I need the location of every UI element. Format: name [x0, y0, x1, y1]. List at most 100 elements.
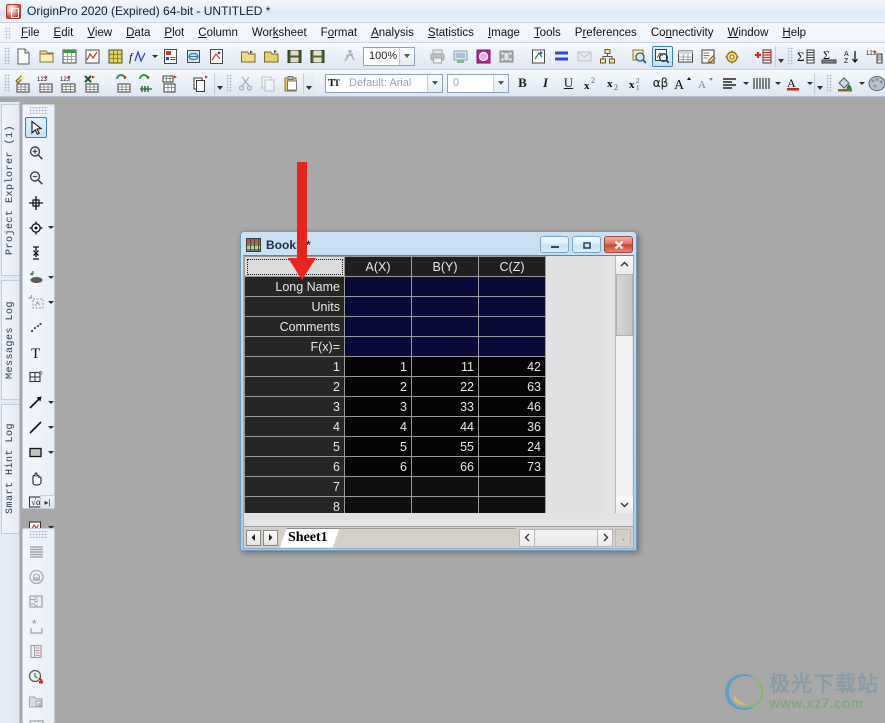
edit-toolbar-overflow-chevron-icon[interactable] [303, 72, 314, 94]
sort-number-icon[interactable]: 123 [865, 46, 885, 67]
menu-statistics[interactable]: Statistics [421, 26, 481, 40]
menu-data[interactable]: Data [119, 26, 157, 40]
open-project-icon[interactable] [36, 46, 57, 67]
regional-mask-chevron-down-icon[interactable] [47, 268, 55, 288]
gear-icon[interactable] [721, 46, 742, 67]
row-header[interactable]: 4 [244, 416, 345, 437]
style-toolbar-grip[interactable] [826, 74, 832, 92]
fill-color-chevron-down-icon[interactable] [857, 73, 866, 94]
paste-icon[interactable] [281, 73, 302, 94]
refresh-icon[interactable] [528, 46, 549, 67]
row-header[interactable]: 7 [244, 476, 345, 497]
save-project-icon[interactable] [284, 46, 305, 67]
objects-palette-grip[interactable] [29, 531, 48, 538]
font-color-icon[interactable]: A [783, 73, 804, 94]
sort-icon[interactable]: AZ [842, 46, 863, 67]
pan-tool-icon[interactable] [25, 467, 47, 488]
data-cell[interactable]: 63 [478, 376, 546, 397]
set-multiple-icon[interactable]: 123 [59, 73, 80, 94]
fill-down-icon[interactable] [114, 73, 135, 94]
menu-worksheet[interactable]: Worksheet [245, 26, 314, 40]
menu-view[interactable]: View [80, 26, 119, 40]
fill-color-icon[interactable] [835, 73, 856, 94]
regional-data-select-chevron-down-icon[interactable] [47, 293, 55, 313]
set-column-values-icon[interactable] [13, 73, 34, 94]
data-cell[interactable]: 73 [478, 456, 546, 477]
worksheet-grid[interactable]: A(X) B(Y) C(Z) Long Name Units Comments … [244, 256, 603, 513]
column-header-b[interactable]: B(Y) [411, 256, 479, 277]
column-header-c[interactable]: C(Z) [478, 256, 546, 277]
delete-icon[interactable] [82, 73, 103, 94]
zoom-in-tool-icon[interactable] [25, 142, 47, 163]
row-header-comments[interactable]: Comments [244, 316, 345, 337]
line-tool-chevron-down-icon[interactable] [47, 418, 55, 438]
data-cell[interactable]: 1 [344, 356, 412, 377]
zoom-combo[interactable]: 100% [363, 46, 415, 66]
data-reader-chevron-down-icon[interactable] [47, 218, 55, 238]
italic-icon[interactable]: I [535, 73, 556, 94]
supersubscript-icon[interactable]: x21 [627, 73, 648, 94]
menu-connectivity[interactable]: Connectivity [644, 26, 721, 40]
column-toolbar-grip[interactable] [4, 74, 10, 92]
arrow-tool-icon[interactable] [25, 392, 47, 413]
horizontal-scroll-thumb[interactable] [535, 529, 597, 546]
meta-cell[interactable] [411, 276, 479, 297]
superscript-icon[interactable]: x2 [581, 73, 602, 94]
clock-stamp-icon[interactable] [25, 666, 47, 687]
menu-edit[interactable]: Edit [47, 26, 81, 40]
data-selector-icon[interactable] [652, 45, 673, 67]
underline-icon[interactable]: U [558, 73, 579, 94]
open-excel-icon[interactable] [261, 46, 282, 67]
data-cell[interactable]: 2 [344, 376, 412, 397]
data-cell[interactable]: 22 [411, 376, 479, 397]
new-graph-icon[interactable] [82, 46, 103, 67]
folder-export-icon[interactable] [25, 691, 47, 712]
scatter-tool-icon[interactable] [25, 317, 47, 338]
align-icon[interactable] [719, 73, 740, 94]
align-chevron-down-icon[interactable] [741, 73, 750, 94]
speedmode-icon[interactable] [25, 566, 47, 587]
menubar-grip[interactable] [4, 25, 11, 40]
select-all-corner-cell[interactable] [244, 256, 345, 277]
sort-worksheet-icon[interactable] [137, 73, 158, 94]
data-cell[interactable]: 5 [344, 436, 412, 457]
new-matrix-icon[interactable] [206, 46, 227, 67]
standard-toolbar-overflow-chevron-icon[interactable] [775, 45, 786, 67]
data-reader-tool-icon[interactable] [25, 217, 47, 238]
borders-icon[interactable] [751, 73, 772, 94]
asterisk-icon[interactable]: * [25, 616, 47, 637]
row-header-long-name[interactable]: Long Name [244, 276, 345, 297]
edit-toolbar-grip[interactable] [226, 74, 232, 92]
data-cell[interactable]: 55 [411, 436, 479, 457]
menu-window[interactable]: Window [720, 26, 775, 40]
meta-cell[interactable] [478, 316, 546, 337]
regional-data-select-tool-icon[interactable] [25, 292, 47, 313]
meta-cell[interactable] [344, 296, 412, 317]
borders-chevron-down-icon[interactable] [773, 73, 782, 94]
close-icon[interactable] [604, 236, 633, 253]
run-script-icon[interactable] [339, 46, 360, 67]
new-notes-icon[interactable] [183, 46, 204, 67]
bold-icon[interactable]: B [512, 73, 533, 94]
data-cell[interactable]: 33 [411, 396, 479, 417]
layer-contents-icon[interactable] [574, 46, 595, 67]
transpose-icon[interactable] [160, 73, 181, 94]
data-cell[interactable] [344, 476, 412, 497]
new-project-icon[interactable] [13, 46, 34, 67]
minimize-icon[interactable] [540, 236, 569, 253]
duplicate-icon[interactable] [473, 46, 494, 67]
menu-column[interactable]: Column [191, 26, 245, 40]
data-cell[interactable]: 66 [411, 456, 479, 477]
rectangle-tool-chevron-down-icon[interactable] [47, 443, 55, 463]
greek-icon[interactable]: αβ [650, 73, 671, 94]
row-header[interactable]: 2 [244, 376, 345, 397]
open-icon[interactable] [238, 46, 259, 67]
data-cell[interactable]: 42 [478, 356, 546, 377]
print-icon[interactable] [427, 46, 448, 67]
worksheet-horizontal-scrollbar[interactable] [519, 528, 613, 547]
row-header[interactable]: 8 [244, 496, 345, 513]
meta-cell[interactable] [411, 316, 479, 337]
data-selector-tool-icon[interactable] [25, 242, 47, 263]
sidebar-item-project-explorer[interactable]: Project Explorer (1) [1, 104, 19, 276]
worksheet-table[interactable]: A(X) B(Y) C(Z) Long Name Units Comments … [244, 256, 546, 513]
